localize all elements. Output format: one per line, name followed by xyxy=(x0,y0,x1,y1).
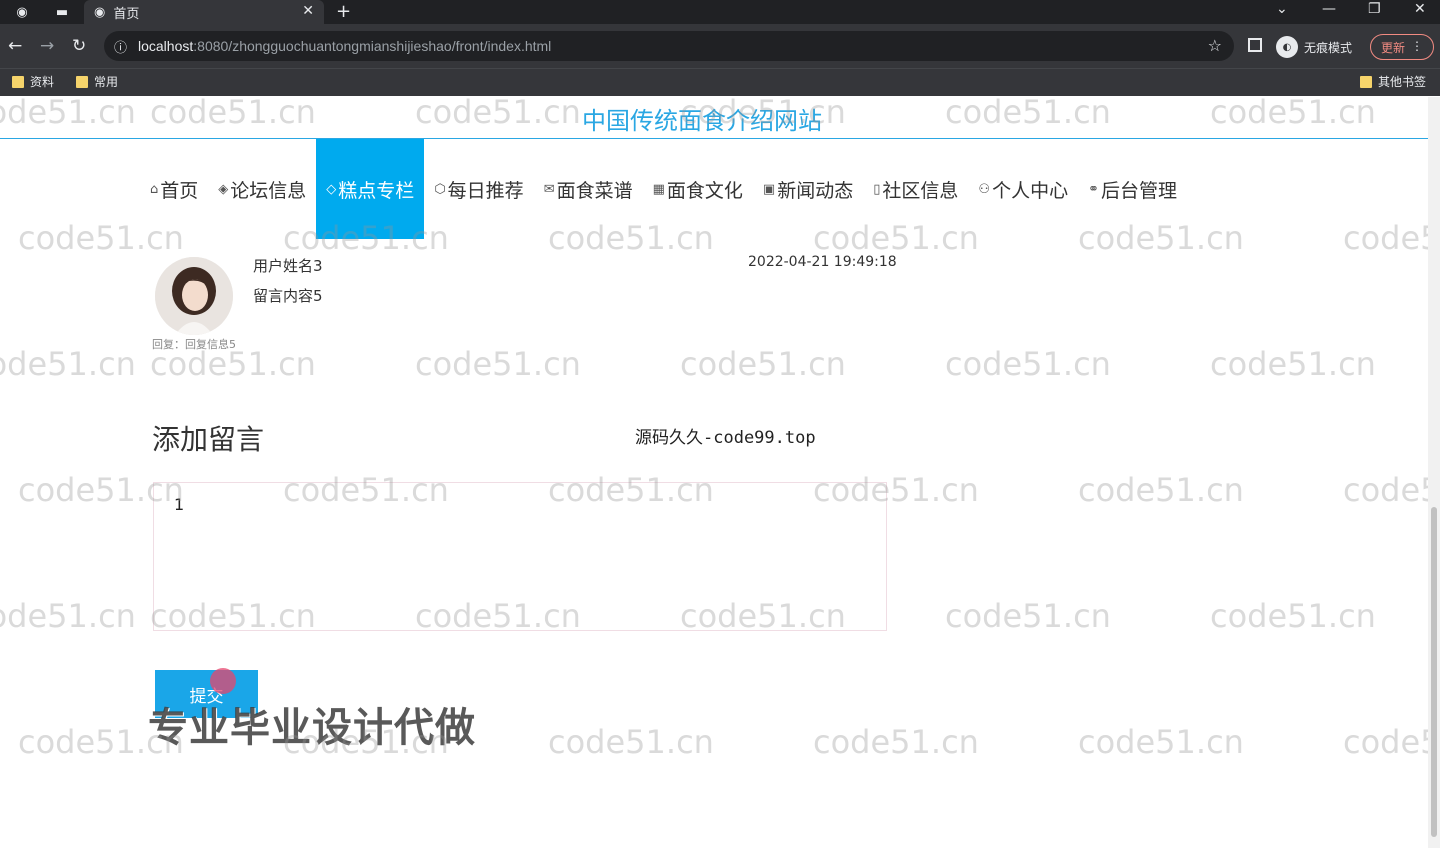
forward-icon[interactable]: → xyxy=(40,36,54,56)
message-content: 留言内容5 xyxy=(253,287,323,305)
nav-icon: ⌂ xyxy=(150,181,159,197)
tab-close-icon[interactable]: ✕ xyxy=(302,3,314,19)
nav-item-8[interactable]: ⚇ 个人中心 xyxy=(968,139,1078,239)
tab-favicon-icon: ◉ xyxy=(94,4,106,20)
nav-label: 个人中心 xyxy=(992,179,1069,202)
nav-item-3[interactable]: ⬡ 每日推荐 xyxy=(424,139,533,239)
bookmark-star-icon[interactable]: ☆ xyxy=(1208,36,1222,55)
nav-label: 面食文化 xyxy=(666,179,743,202)
menu-dots-icon[interactable]: ⋮ xyxy=(1411,39,1423,53)
nav-icon: ◇ xyxy=(326,181,337,197)
bookmark-folder-0[interactable]: 资料 xyxy=(12,73,54,90)
bookmarks-bar: 资料 常用 其他书签 xyxy=(0,68,1440,96)
nav-item-5[interactable]: ▦ 面食文化 xyxy=(643,139,753,239)
watermark-text: code51.cn xyxy=(813,723,979,761)
promo-overlay: 专业毕业设计代做 xyxy=(148,705,476,751)
message-time: 2022-04-21 19:49:18 xyxy=(748,254,897,270)
watermark-text: code51.cn xyxy=(0,345,136,383)
nav-item-1[interactable]: ◈ 论坛信息 xyxy=(208,139,316,239)
nav-icon: ◈ xyxy=(218,181,229,197)
bookmark-label: 资料 xyxy=(30,75,55,89)
nav-icon: ⚭ xyxy=(1088,181,1099,197)
watermark-text: code51.cn xyxy=(548,723,714,761)
update-label: 更新 xyxy=(1381,40,1406,55)
nav-item-4[interactable]: ✉ 面食菜谱 xyxy=(534,139,643,239)
globe-icon[interactable]: ◉ xyxy=(14,4,30,20)
watermark-text: code51.cn xyxy=(1343,219,1428,257)
site-info-icon[interactable]: ⓘ xyxy=(114,37,127,56)
window-close-icon[interactable]: ✕ xyxy=(1414,1,1426,17)
watermark-text: code51.cn xyxy=(0,597,136,635)
reload-icon[interactable]: ↻ xyxy=(72,36,86,56)
watermark-text: code51.cn xyxy=(415,345,581,383)
browser-tab-bar: ◉ ▬ ◉ 首页 ✕ + ⌄ — ❐ ✕ xyxy=(0,0,1440,24)
nav-item-7[interactable]: ▯ 社区信息 xyxy=(863,139,968,239)
watermark-text: code51.cn xyxy=(680,345,846,383)
cursor-highlight xyxy=(210,668,236,694)
nav-item-6[interactable]: ▣ 新闻动态 xyxy=(753,139,863,239)
add-message-title: 添加留言 xyxy=(152,423,265,456)
tab-title: 首页 xyxy=(113,6,140,22)
new-tab-icon[interactable]: + xyxy=(336,1,351,22)
watermark-text: code51.cn xyxy=(945,345,1111,383)
nav-icon: ▦ xyxy=(652,181,665,197)
nav-icon: ⬡ xyxy=(434,181,446,197)
window-icon[interactable]: ▬ xyxy=(54,4,70,20)
nav-label: 首页 xyxy=(160,179,199,202)
folder-icon xyxy=(76,75,88,88)
watermark-text: code51.cn xyxy=(1210,345,1376,383)
nav-icon: ▯ xyxy=(873,181,881,197)
nav-icon: ▣ xyxy=(762,181,776,197)
folder-icon xyxy=(1360,75,1372,88)
nav-icon: ✉ xyxy=(543,181,555,197)
nav-label: 每日推荐 xyxy=(447,179,524,202)
nav-icon: ⚇ xyxy=(978,181,991,197)
address-bar: ← → ↻ ⓘ localhost:8080/zhongguochuantong… xyxy=(0,24,1440,68)
url-host: localhost xyxy=(138,38,194,54)
update-button[interactable]: 更新 ⋮ xyxy=(1370,34,1434,60)
url-input[interactable]: ⓘ localhost:8080/zhongguochuantongmiansh… xyxy=(104,31,1234,61)
nav-label: 新闻动态 xyxy=(777,179,854,202)
incognito-icon: ◐ xyxy=(1276,36,1298,58)
back-icon[interactable]: ← xyxy=(8,36,22,56)
message-user: 用户姓名3 xyxy=(253,257,323,275)
nav-label: 糕点专栏 xyxy=(338,179,415,202)
watermark-text: code51.cn xyxy=(1343,723,1428,761)
nav-label: 社区信息 xyxy=(882,179,959,202)
minimize-icon[interactable]: — xyxy=(1322,1,1336,17)
tab-search-icon[interactable]: ⌄ xyxy=(1276,1,1288,17)
restore-icon[interactable]: ❐ xyxy=(1368,1,1381,17)
watermark-text: code51.cn xyxy=(1210,597,1376,635)
nav-item-0[interactable]: ⌂ 首页 xyxy=(140,139,208,239)
message-reply: 回复：回复信息5 xyxy=(152,338,236,351)
other-bookmarks-label: 其他书签 xyxy=(1378,75,1427,89)
source-note: 源码久久-code99.top xyxy=(635,428,816,448)
nav-item-2[interactable]: ◇ 糕点专栏 xyxy=(316,139,425,239)
site-title: 中国传统面食介绍网站 xyxy=(582,107,822,135)
folder-icon xyxy=(12,75,24,88)
incognito-indicator[interactable]: ◐ 无痕模式 xyxy=(1276,36,1352,58)
incognito-label: 无痕模式 xyxy=(1304,40,1353,55)
page-viewport: 中国传统面食介绍网站 ⌂ 首页 ◈ 论坛信息 ◇ 糕点专栏 ⬡ 每日推荐 ✉ 面食菜谱 ▦ 面食文化 ▣… xyxy=(0,97,1428,848)
browser-tab[interactable]: ◉ 首页 ✕ xyxy=(84,0,324,24)
main-nav: ⌂ 首页 ◈ 论坛信息 ◇ 糕点专栏 ⬡ 每日推荐 ✉ 面食菜谱 ▦ 面食文化 ▣ 新闻动态 ▯ 社区信息 ⚇ 个… xyxy=(140,139,1187,239)
page-scrollbar[interactable] xyxy=(1428,97,1440,848)
watermark-text: code51.cn xyxy=(1343,471,1428,509)
avatar xyxy=(155,257,233,335)
watermark-text: code51.cn xyxy=(1078,471,1244,509)
message-textarea[interactable] xyxy=(153,482,887,631)
nav-label: 后台管理 xyxy=(1100,179,1177,202)
url-text: localhost:8080/zhongguochuantongmianshij… xyxy=(138,38,551,54)
nav-label: 论坛信息 xyxy=(230,179,307,202)
watermark-text: code51.cn xyxy=(1078,723,1244,761)
other-bookmarks[interactable]: 其他书签 xyxy=(1360,73,1426,90)
side-panel-icon[interactable] xyxy=(1248,38,1262,52)
bookmark-folder-1[interactable]: 常用 xyxy=(76,73,118,90)
nav-label: 面食菜谱 xyxy=(556,179,633,202)
nav-item-9[interactable]: ⚭ 后台管理 xyxy=(1078,139,1187,239)
url-path: :8080/zhongguochuantongmianshijieshao/fr… xyxy=(193,38,552,54)
scrollbar-thumb[interactable] xyxy=(1431,507,1437,837)
watermark-text: code51.cn xyxy=(945,597,1111,635)
bookmark-label: 常用 xyxy=(94,75,119,89)
